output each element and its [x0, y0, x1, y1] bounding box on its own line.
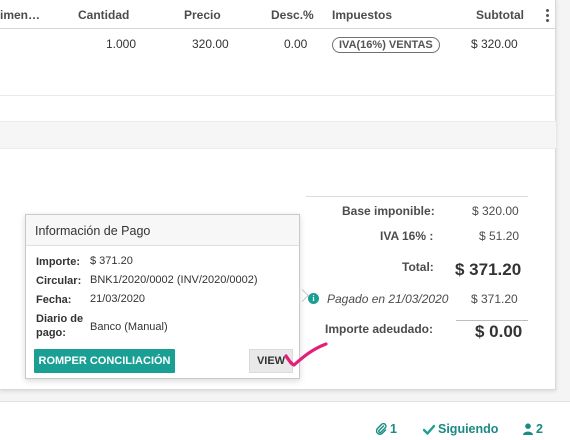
section-divider: [0, 95, 556, 96]
followers-button[interactable]: 2: [523, 422, 543, 436]
amount-value: $ 371.20: [90, 255, 133, 267]
info-circle-icon[interactable]: i: [308, 293, 319, 304]
check-icon: [422, 424, 436, 435]
paperclip-icon: [375, 423, 387, 435]
table-row[interactable]: 1.000 320.00 0.00 IVA(16%) VENTAS $ 320.…: [0, 29, 556, 59]
amount-due-label: Importe adeudado:: [325, 322, 434, 336]
pen-annotation: [284, 342, 328, 367]
tax-tag: IVA(16%) VENTAS: [332, 37, 440, 53]
payment-line-text: Pagado en 21/03/2020: [327, 292, 449, 306]
chatter-topbar: 1 Siguiendo 2: [0, 401, 570, 440]
col-header-subtotal[interactable]: Subtotal: [476, 8, 524, 22]
col-header-discount[interactable]: Desc.%: [271, 8, 314, 22]
invoice-lines-header: imen… Cantidad Precio Desc.% Impuestos S…: [0, 0, 556, 29]
popover-title: Información de Pago: [26, 215, 299, 246]
total-value: $ 371.20: [455, 260, 522, 279]
row-quantity: 1.000: [106, 37, 137, 51]
journal-label-line1: Diario de: [36, 313, 84, 325]
followers-count: 2: [536, 422, 543, 436]
row-price: 320.00: [192, 37, 229, 51]
attachments-button[interactable]: 1: [375, 422, 397, 436]
following-label: Siguiendo: [438, 422, 499, 436]
amount-label: Importe:: [36, 256, 80, 268]
journal-label-line2: pago:: [36, 327, 66, 339]
payment-line-amount: $ 371.20: [471, 292, 518, 306]
base-label: Base imponible:: [342, 204, 435, 218]
following-button[interactable]: Siguiendo: [422, 422, 499, 436]
memo-value: BNK1/2020/0002 (INV/2020/0002): [90, 274, 258, 286]
unreconcile-button[interactable]: ROMPER CONCILIACIÓN: [34, 349, 175, 373]
due-divider: [456, 320, 528, 321]
row-subtotal: $ 320.00: [471, 37, 518, 51]
attachments-count: 1: [390, 422, 397, 436]
journal-value: Banco (Manual): [90, 321, 168, 333]
date-value: 21/03/2020: [90, 293, 146, 305]
user-icon: [523, 423, 533, 435]
section-band: [0, 121, 556, 149]
payment-info-popover: Información de Pago Importe: $ 371.20 Ci…: [25, 214, 300, 379]
date-label: Fecha:: [36, 294, 72, 306]
col-header-quantity[interactable]: Cantidad: [78, 8, 129, 22]
row-discount: 0.00: [284, 37, 308, 51]
column-options-icon[interactable]: [543, 8, 551, 22]
totals-divider: [306, 196, 528, 197]
base-value: $ 320.00: [472, 204, 519, 218]
memo-label: Circular:: [36, 275, 82, 287]
amount-due-value: $ 0.00: [475, 322, 523, 341]
col-header-truncated[interactable]: imen…: [0, 8, 40, 22]
total-label: Total:: [402, 260, 434, 274]
iva-value: $ 51.20: [479, 229, 520, 243]
col-header-taxes[interactable]: Impuestos: [332, 8, 392, 22]
iva-label: IVA 16% :: [380, 229, 434, 243]
col-header-price[interactable]: Precio: [184, 8, 221, 22]
